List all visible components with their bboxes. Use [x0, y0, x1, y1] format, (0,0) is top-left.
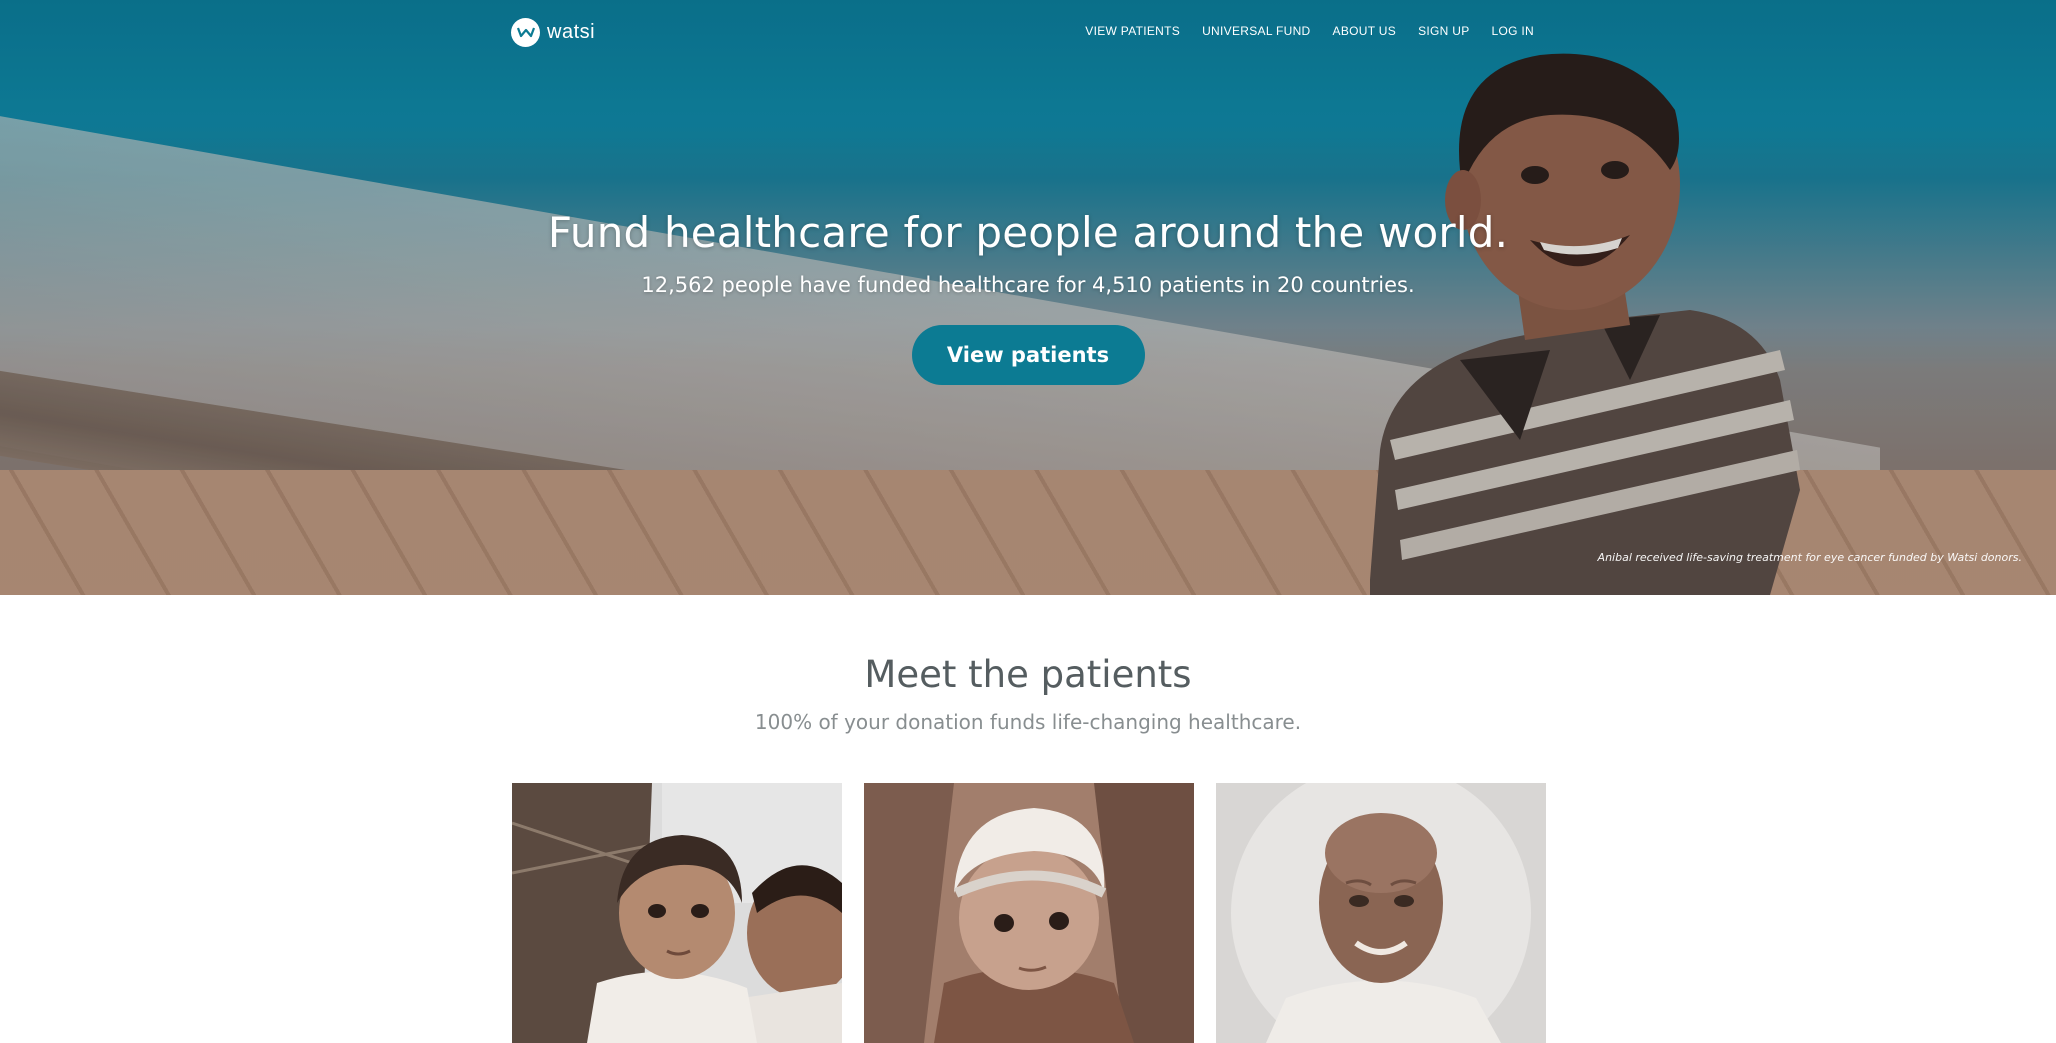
nav-links: VIEW PATIENTS UNIVERSAL FUND ABOUT US SI… — [1085, 24, 1534, 38]
hero-banner: watsi VIEW PATIENTS UNIVERSAL FUND ABOUT… — [0, 0, 2056, 595]
watsi-logo-icon — [511, 17, 540, 47]
view-patients-button[interactable]: View patients — [911, 325, 1145, 385]
watsi-logo[interactable]: watsi — [511, 17, 595, 47]
patient-card[interactable] — [512, 783, 842, 1043]
nav-link-about-us[interactable]: ABOUT US — [1333, 24, 1397, 38]
patient-photo — [864, 783, 1194, 1043]
nav-link-log-in[interactable]: LOG IN — [1492, 24, 1534, 38]
patient-photo — [1216, 783, 1546, 1043]
watsi-logo-text: watsi — [547, 20, 596, 43]
nav-link-sign-up[interactable]: SIGN UP — [1418, 24, 1469, 38]
nav-link-universal-fund[interactable]: UNIVERSAL FUND — [1202, 24, 1310, 38]
hero-content: Fund healthcare for people around the wo… — [0, 208, 2056, 385]
meet-patients-title: Meet the patients — [864, 653, 1192, 696]
top-navigation: watsi VIEW PATIENTS UNIVERSAL FUND ABOUT… — [0, 0, 2056, 66]
hero-title: Fund healthcare for people around the wo… — [547, 208, 1509, 257]
patient-cards — [512, 783, 1546, 1043]
meet-patients-subtitle: 100% of your donation funds life-changin… — [754, 710, 1302, 734]
page: watsi VIEW PATIENTS UNIVERSAL FUND ABOUT… — [0, 0, 2056, 1043]
meet-patients-section: Meet the patients 100% of your donation … — [0, 595, 2056, 734]
patient-card[interactable] — [864, 783, 1194, 1043]
nav-link-view-patients[interactable]: VIEW PATIENTS — [1085, 24, 1180, 38]
patient-card[interactable] — [1216, 783, 1546, 1043]
hero-subtitle: 12,562 people have funded healthcare for… — [641, 273, 1415, 297]
patient-photo — [512, 783, 842, 1043]
hero-photo-caption: Anibal received life-saving treatment fo… — [1597, 551, 2022, 564]
